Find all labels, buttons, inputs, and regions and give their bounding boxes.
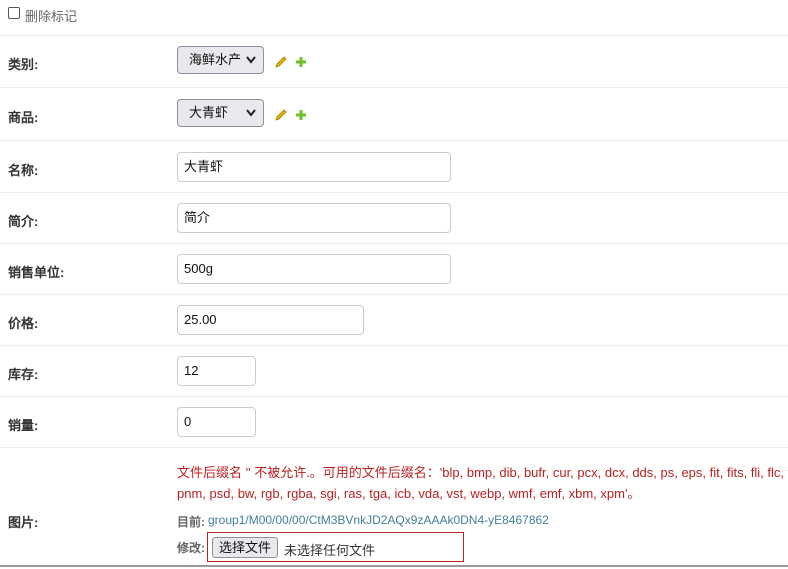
price-label: 价格: — [8, 316, 39, 331]
file-status: 未选择任何文件 — [284, 543, 376, 558]
stock-input[interactable]: 12 — [177, 356, 256, 386]
stock-label: 库存: — [8, 367, 39, 382]
product-row: 商品: 大青虾 — [0, 88, 788, 141]
intro-label: 简介: — [8, 214, 39, 229]
error-message-line1: 文件后缀名 '' 不被允许.。可用的文件后缀名：'blp, bmp, dib, … — [177, 465, 788, 480]
sales-label: 销量: — [8, 418, 39, 433]
sales-row: 销量: 0 — [0, 397, 788, 448]
product-select-value: 大青虾 — [189, 105, 229, 120]
sales-input[interactable]: 0 — [177, 407, 256, 437]
plus-icon[interactable] — [295, 109, 307, 121]
file-input[interactable]: 选择文件 未选择任何文件 — [207, 532, 464, 562]
delete-checkbox[interactable] — [8, 7, 20, 19]
product-label: 商品: — [8, 110, 39, 125]
current-file-link[interactable]: group1/M00/00/00/CtM3BVnkJD2AQx9zAAAk0DN… — [208, 513, 549, 527]
category-row: 类别: 海鲜水产 — [0, 36, 788, 88]
plus-icon[interactable] — [295, 56, 307, 68]
name-input[interactable]: 大青虾 — [177, 152, 451, 182]
image-label: 图片: — [8, 515, 39, 530]
pencil-icon[interactable] — [274, 108, 288, 122]
unit-row: 销售单位: 500g — [0, 244, 788, 295]
category-select-value: 海鲜水产 — [189, 52, 242, 67]
stock-row: 库存: 12 — [0, 346, 788, 397]
pencil-icon[interactable] — [274, 55, 288, 69]
chevron-down-icon — [246, 56, 256, 64]
change-label: 修改: — [177, 541, 205, 555]
chevron-down-icon — [246, 109, 256, 117]
category-select[interactable]: 海鲜水产 — [177, 46, 264, 74]
bottom-divider — [0, 565, 788, 567]
choose-file-button[interactable]: 选择文件 — [212, 537, 279, 558]
category-label: 类别: — [8, 57, 39, 72]
unit-input[interactable]: 500g — [177, 254, 451, 284]
error-message-line2: pnm, psd, bw, rgb, rgba, sgi, ras, tga, … — [177, 486, 641, 501]
delete-label: 删除标记 — [25, 9, 78, 24]
intro-input[interactable]: 简介 — [177, 203, 451, 233]
price-input[interactable]: 25.00 — [177, 305, 364, 335]
unit-label: 销售单位: — [8, 265, 65, 280]
price-row: 价格: 25.00 — [0, 295, 788, 346]
current-label: 目前: — [177, 515, 205, 529]
delete-row: 删除标记 — [0, 0, 788, 36]
name-row: 名称: 大青虾 — [0, 141, 788, 193]
product-select[interactable]: 大青虾 — [177, 99, 264, 127]
intro-row: 简介: 简介 — [0, 193, 788, 244]
name-label: 名称: — [8, 163, 39, 178]
